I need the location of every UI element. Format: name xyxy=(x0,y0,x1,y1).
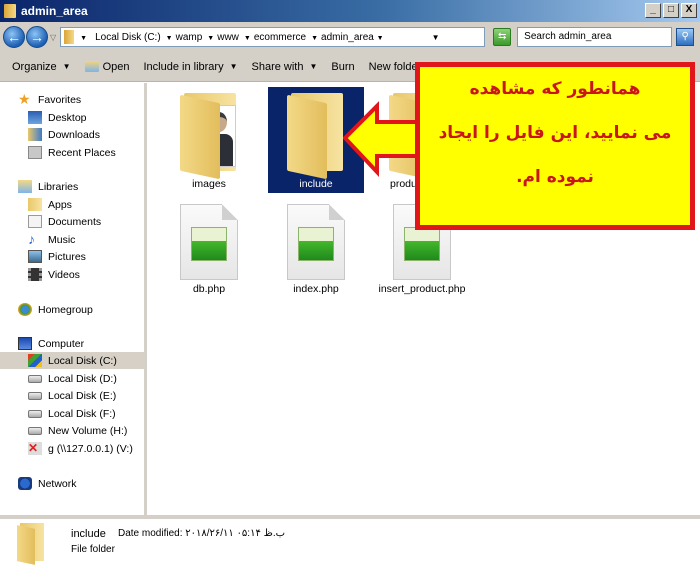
videos-icon xyxy=(28,268,42,281)
address-row: ← → ▽ ▼ Local Disk (C:) ▼ wamp ▼ www ▼ ecom… xyxy=(0,22,700,52)
search-icon: ⚲ xyxy=(681,31,689,42)
file-item-images[interactable]: images xyxy=(161,87,257,191)
folder-icon xyxy=(64,30,75,44)
sidebar-item-local-disk-d[interactable]: Local Disk (D:) xyxy=(28,370,117,387)
details-pane: include Date modified: ۲۰۱۸/۲۶/۱۱ ب.ظ ۰۵… xyxy=(0,515,700,565)
folder-icon xyxy=(28,198,42,211)
drive-icon xyxy=(28,426,42,435)
minimize-button[interactable]: _ xyxy=(645,3,661,18)
downloads-icon xyxy=(28,128,42,141)
file-item-index-php[interactable]: index.php xyxy=(268,196,364,296)
breadcrumb-www[interactable]: ▼ www xyxy=(207,32,239,43)
music-icon: ♪ xyxy=(28,231,35,247)
back-button[interactable]: ← xyxy=(3,26,25,48)
folder-icon xyxy=(4,4,16,18)
new-folder-button[interactable]: New folder xyxy=(369,61,422,73)
php-file-icon xyxy=(287,204,345,280)
breadcrumb-local-disk[interactable]: Local Disk (C:) xyxy=(95,32,161,43)
close-button[interactable]: X xyxy=(681,3,697,18)
php-file-icon xyxy=(180,204,238,280)
breadcrumb-admin-area[interactable]: ▼ admin_area ▼ xyxy=(311,32,386,43)
sidebar-item-desktop[interactable]: Desktop xyxy=(28,109,87,126)
recent-pages-dropdown[interactable]: ▽ xyxy=(50,33,56,42)
desktop-icon xyxy=(28,111,42,124)
include-in-library-button[interactable]: Include in library ▼ xyxy=(143,61,237,73)
address-dropdown[interactable]: ▼ xyxy=(432,33,440,42)
libraries-icon xyxy=(18,180,32,193)
details-name: include xyxy=(71,528,106,540)
window-title: admin_area xyxy=(21,4,88,18)
drive-icon xyxy=(28,391,42,400)
share-with-button[interactable]: Share with ▼ xyxy=(252,61,318,73)
pictures-icon xyxy=(28,250,42,263)
callout-line-2: می نمایید، این فایل را ایجاد xyxy=(438,123,672,143)
maximize-button[interactable]: □ xyxy=(663,3,679,18)
sidebar-item-local-disk-c[interactable]: Local Disk (C:) xyxy=(0,352,144,369)
address-bar[interactable]: ▼ Local Disk (C:) ▼ wamp ▼ www ▼ ecommerce … xyxy=(60,27,486,47)
details-type: File folder xyxy=(71,544,115,555)
open-icon xyxy=(84,61,99,72)
sidebar-item-recent-places[interactable]: Recent Places xyxy=(28,144,116,161)
annotation-callout: همانطور که مشاهده می نمایید، این فایل را… xyxy=(415,62,695,230)
back-arrow-icon: ← xyxy=(7,29,21,45)
sidebar-item-downloads[interactable]: Downloads xyxy=(28,126,100,143)
callout-arrow-icon xyxy=(343,101,423,178)
sidebar-network[interactable]: Network xyxy=(18,475,77,492)
callout-line-1: همانطور که مشاهده xyxy=(469,79,641,99)
breadcrumb-root[interactable]: ▼ xyxy=(80,32,90,43)
open-button[interactable]: Open xyxy=(84,61,129,73)
search-button[interactable]: ⚲ xyxy=(676,28,695,46)
disconnected-drive-icon: ✕ xyxy=(28,442,42,455)
sidebar-item-local-disk-f[interactable]: Local Disk (F:) xyxy=(28,405,116,422)
drive-icon xyxy=(28,409,42,418)
sidebar-computer[interactable]: Computer xyxy=(18,335,84,352)
burn-button[interactable]: Burn xyxy=(331,61,354,73)
forward-arrow-icon: → xyxy=(30,29,44,45)
navigation-pane: ★ Favorites Desktop Downloads Recent Plac… xyxy=(0,83,147,515)
sidebar-item-apps[interactable]: Apps xyxy=(28,196,72,213)
organize-button[interactable]: Organize ▼ xyxy=(12,61,71,73)
drive-icon xyxy=(28,374,42,383)
folder-user-icon xyxy=(178,91,240,180)
sidebar-item-documents[interactable]: Documents xyxy=(28,213,101,230)
title-bar: admin_area _ □ X xyxy=(0,0,700,22)
file-item-db-php[interactable]: db.php xyxy=(161,196,257,296)
refresh-button[interactable]: ⇆ xyxy=(493,28,512,46)
sidebar-homegroup[interactable]: Homegroup xyxy=(18,301,93,318)
breadcrumb-wamp[interactable]: ▼ wamp xyxy=(166,32,203,43)
recent-places-icon xyxy=(28,146,42,159)
callout-line-3: نموده ام. xyxy=(516,167,594,187)
sidebar-item-new-volume-h[interactable]: New Volume (H:) xyxy=(28,422,127,439)
system-drive-icon xyxy=(28,354,42,367)
folder-icon xyxy=(285,91,347,180)
refresh-icon: ⇆ xyxy=(497,31,507,42)
documents-icon xyxy=(28,215,42,228)
sidebar-item-pictures[interactable]: Pictures xyxy=(28,248,86,265)
sidebar-item-music[interactable]: ♪ Music xyxy=(28,231,75,248)
sidebar-item-network-drive-v[interactable]: ✕ g (\\127.0.0.1) (V:) xyxy=(28,440,133,457)
breadcrumb-ecommerce[interactable]: ▼ ecommerce xyxy=(244,32,306,43)
search-input[interactable]: Search admin_area xyxy=(517,27,673,47)
sidebar-libraries[interactable]: Libraries xyxy=(18,178,78,195)
sidebar-favorites[interactable]: ★ Favorites xyxy=(18,91,81,108)
forward-button[interactable]: → xyxy=(26,26,48,48)
sidebar-item-local-disk-e[interactable]: Local Disk (E:) xyxy=(28,387,116,404)
folder-icon xyxy=(16,523,46,565)
computer-icon xyxy=(18,337,32,350)
details-date-modified: Date modified: ۲۰۱۸/۲۶/۱۱ ب.ظ ۰۵:۱۴ xyxy=(118,528,286,539)
star-icon: ★ xyxy=(18,91,31,107)
sidebar-item-videos[interactable]: Videos xyxy=(28,266,80,283)
network-icon xyxy=(18,477,32,490)
homegroup-icon xyxy=(18,303,32,316)
